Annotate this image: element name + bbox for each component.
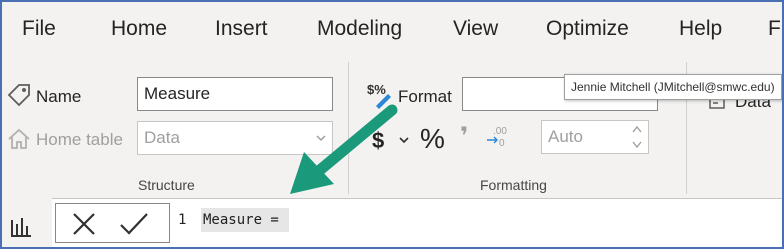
menu-help[interactable]: Help <box>679 17 722 41</box>
formula-editor[interactable]: Measure = <box>201 208 290 232</box>
menu-view[interactable]: View <box>453 17 498 41</box>
home-table-value: Data <box>144 128 180 147</box>
annotation-arrow <box>290 104 398 194</box>
menu-home[interactable]: Home <box>111 17 167 41</box>
home-table-label: Home table <box>36 130 123 149</box>
menu-optimize[interactable]: Optimize <box>546 17 629 41</box>
svg-text:$%: $% <box>367 82 386 97</box>
spinner-icon[interactable] <box>630 123 644 151</box>
screenshot-frame: File Home Insert Modeling View Optimize … <box>0 0 784 249</box>
comma-style-button[interactable]: ❜ <box>460 122 468 151</box>
percent-button[interactable]: % <box>420 123 445 155</box>
user-tooltip: Jennie Mitchell (JMitchell@smwc.edu) <box>564 74 782 100</box>
svg-text:.00: .00 <box>493 126 507 137</box>
line-number: 1 <box>178 212 187 228</box>
menu-format-partial[interactable]: F <box>768 17 781 41</box>
close-icon[interactable] <box>70 210 98 238</box>
formatting-group-label: Formatting <box>480 177 547 193</box>
decimal-places-value: Auto <box>548 127 583 146</box>
format-label: Format <box>398 87 452 106</box>
svg-text:0: 0 <box>499 138 505 149</box>
structure-group-label: Structure <box>138 177 195 193</box>
home-icon <box>8 128 30 149</box>
menu-file[interactable]: File <box>22 17 56 41</box>
menu-bar: File Home Insert Modeling View Optimize … <box>2 2 782 52</box>
formula-actions <box>55 203 170 243</box>
check-icon[interactable] <box>118 210 150 238</box>
tag-icon <box>7 84 30 107</box>
name-label: Name <box>36 87 82 106</box>
menu-insert[interactable]: Insert <box>215 17 268 41</box>
report-view-icon[interactable] <box>9 214 33 238</box>
menu-modeling[interactable]: Modeling <box>317 17 402 41</box>
decimals-icon[interactable]: .00 0 <box>485 124 513 150</box>
